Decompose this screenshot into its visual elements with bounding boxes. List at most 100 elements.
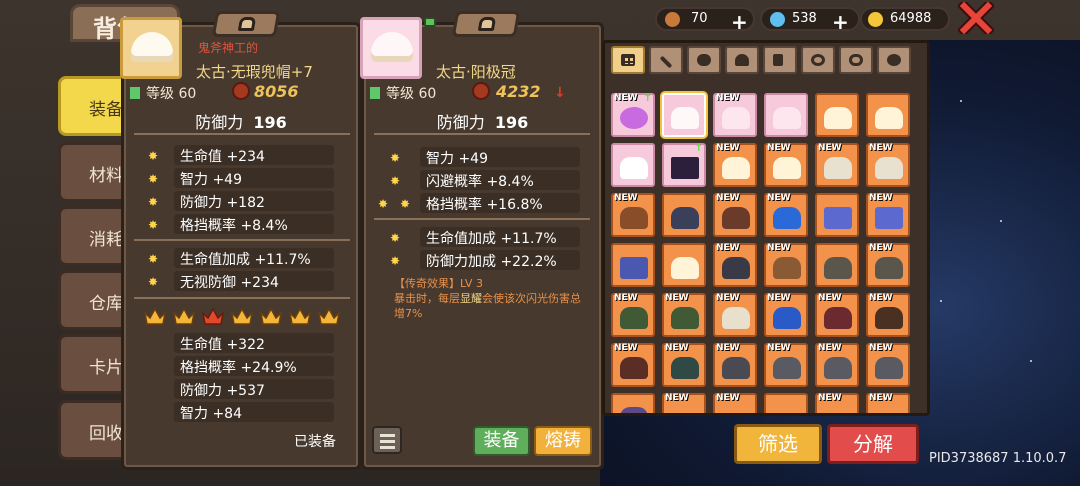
details-list-button[interactable] — [372, 426, 402, 454]
inventory-slot[interactable] — [866, 93, 910, 137]
chalice-item-icon — [824, 257, 852, 279]
inventory-slot[interactable]: NEW — [713, 143, 757, 187]
equip-button[interactable]: 装备 — [473, 426, 530, 456]
new-tag: NEW — [767, 143, 791, 153]
boots-item-icon — [620, 207, 648, 229]
inventory-slot[interactable] — [611, 393, 655, 413]
lock-icon[interactable] — [424, 17, 436, 27]
inventory-slot[interactable]: NEW — [662, 293, 706, 337]
gold-coin-icon — [868, 12, 883, 27]
inventory-slot[interactable]: NEW — [662, 393, 706, 413]
equipped-item-tooltip: 鬼斧神工的 太古·无瑕兜帽+7 等级 60 8056 防御力 196 ✸ 生命值… — [120, 11, 361, 470]
inventory-slot[interactable]: NEW — [815, 343, 859, 387]
inventory-slot[interactable]: NEW — [662, 343, 706, 387]
sparkle-icon: ✸ — [148, 195, 159, 209]
inventory-slot[interactable]: NEW — [815, 143, 859, 187]
inventory-slot[interactable]: NEW — [764, 143, 808, 187]
crystal-item-icon — [824, 207, 852, 229]
inventory-slot[interactable] — [764, 393, 808, 413]
filter-tab-pet[interactable] — [687, 46, 721, 74]
inventory-slot[interactable]: NEW — [866, 193, 910, 237]
inventory-slot[interactable] — [662, 193, 706, 237]
decompose-button[interactable]: 分解 — [827, 424, 919, 464]
level-flag-icon — [370, 87, 380, 99]
filter-tab-ring[interactable] — [801, 46, 835, 74]
gem-icon — [770, 12, 785, 27]
filter-tab-boots[interactable] — [763, 46, 797, 74]
filter-button[interactable]: 筛选 — [734, 424, 822, 464]
hood-icon — [824, 107, 852, 129]
inventory-slot[interactable] — [764, 93, 808, 137]
inventory-slot[interactable]: NEW — [866, 243, 910, 287]
side-tab-label: 装备 — [89, 100, 123, 120]
inventory-slot[interactable]: NEW — [866, 343, 910, 387]
inventory-slot[interactable]: NEW — [713, 93, 757, 137]
divider — [134, 133, 350, 135]
inventory-slot[interactable]: NEW — [815, 393, 859, 413]
inventory-slot[interactable]: ↑ — [662, 143, 706, 187]
inventory-slot[interactable]: NEW — [764, 343, 808, 387]
inventory-slot[interactable]: NEW — [815, 293, 859, 337]
close-button[interactable] — [956, 0, 996, 38]
dark-crystal-icon — [671, 157, 699, 179]
inventory-slot[interactable]: NEW — [713, 193, 757, 237]
inventory-slot[interactable] — [611, 243, 655, 287]
inventory-slot[interactable]: NEW — [764, 193, 808, 237]
filter-tab-settings[interactable] — [877, 46, 911, 74]
inventory-slot-selected[interactable] — [662, 93, 706, 137]
side-tab-label: 材料 — [89, 166, 123, 186]
boots-item-icon — [722, 207, 750, 229]
level-label: 等级 60 — [386, 86, 437, 102]
inventory-slot[interactable]: NEW — [764, 293, 808, 337]
new-tag: NEW — [614, 343, 638, 353]
new-tag: NEW — [767, 343, 791, 353]
add-gems-button[interactable]: + — [832, 12, 849, 32]
stat-text: 智力 +49 — [426, 151, 488, 167]
new-tag: NEW — [716, 343, 740, 353]
stat-row: 格挡概率 +8.4% — [174, 214, 334, 234]
stat-text: 生命值 +322 — [180, 337, 265, 353]
inventory-slot[interactable] — [815, 93, 859, 137]
filter-tab-helmet[interactable] — [725, 46, 759, 74]
filter-tab-all[interactable] — [611, 46, 645, 74]
forge-button[interactable]: 熔铸 — [534, 426, 592, 456]
inventory-slot[interactable]: NEW — [866, 293, 910, 337]
inventory-slot[interactable]: NEW — [713, 343, 757, 387]
filter-tab-amulet[interactable] — [839, 46, 873, 74]
sparkle-icon: ✸ — [400, 197, 411, 211]
inventory-slot[interactable]: NEW — [866, 393, 910, 413]
inventory-slot[interactable]: NEW — [611, 193, 655, 237]
helmet-icon — [735, 54, 749, 66]
stat-text: 智力 +49 — [180, 172, 242, 188]
inventory-slot[interactable]: NEW — [713, 393, 757, 413]
stat-text: 格挡概率 +24.9% — [180, 360, 297, 376]
tooltip-header: 太古·阳极冠 等级 60 4232 ↓ — [360, 11, 601, 105]
gear-icon — [887, 54, 901, 66]
inventory-slot[interactable]: NEW — [611, 293, 655, 337]
inventory-slot[interactable] — [815, 193, 859, 237]
inventory-slot[interactable]: NEW — [713, 293, 757, 337]
sparkle-icon: ✸ — [390, 151, 401, 165]
score-down-arrow-icon: ↓ — [554, 85, 566, 101]
gems-value: 538 — [792, 11, 817, 26]
inventory-slot[interactable]: NEW — [713, 243, 757, 287]
inventory-slot[interactable] — [662, 243, 706, 287]
inventory-slot[interactable]: NEW ↑ — [611, 93, 655, 137]
inventory-slot[interactable] — [611, 143, 655, 187]
inventory-slot[interactable]: NEW — [866, 143, 910, 187]
blue-orb-item-icon — [773, 207, 801, 229]
filter-tab-weapon[interactable] — [649, 46, 683, 74]
level-flag-icon — [130, 87, 140, 99]
new-tag: NEW — [716, 243, 740, 253]
inventory-slot[interactable]: NEW — [611, 343, 655, 387]
inventory-slot[interactable] — [815, 243, 859, 287]
hood-icon — [131, 32, 173, 62]
divider — [134, 297, 350, 299]
inventory-slot[interactable]: NEW — [764, 243, 808, 287]
stat-text: 防御力加成 +22.2% — [426, 254, 557, 270]
crown-helmet-icon — [371, 32, 413, 62]
inventory-grid: NEW ↑ NEW ↑ NEW NEW NEW NEW NEW NEW NEW N… — [602, 40, 930, 416]
add-wood-button[interactable]: + — [731, 12, 748, 32]
stat-text: 无视防御 +234 — [180, 275, 279, 291]
power-score-icon — [472, 82, 490, 100]
